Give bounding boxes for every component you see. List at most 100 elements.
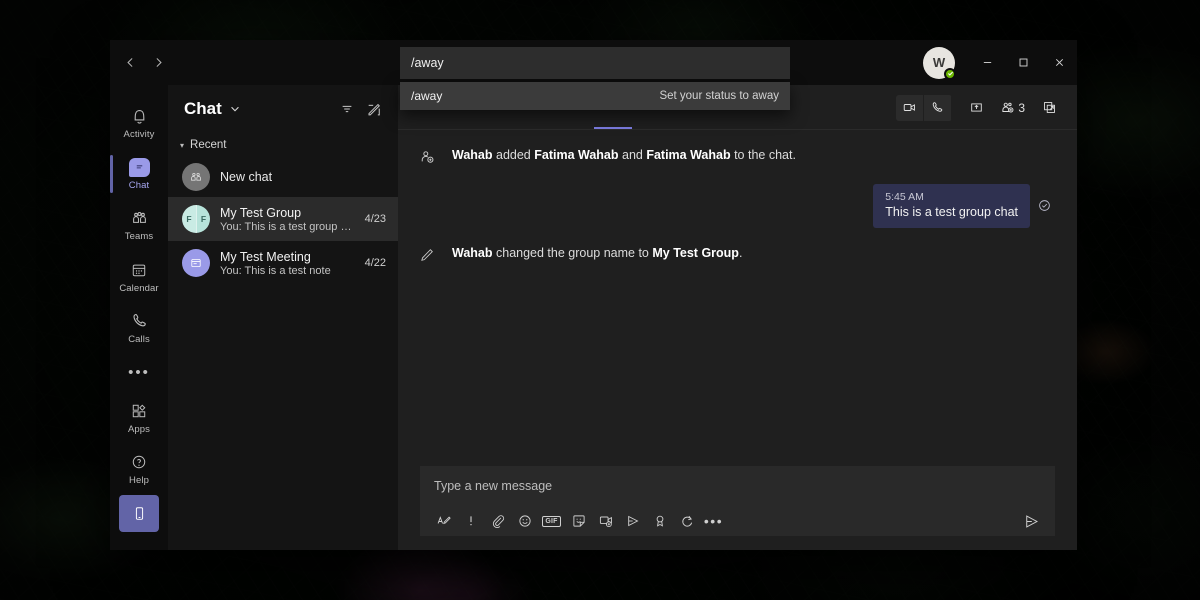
sidebar-item-calls[interactable]: Calls <box>110 302 168 353</box>
chat-item-text: My Test Meeting You: This is a test note <box>220 250 355 277</box>
audio-call-icon[interactable] <box>924 95 952 121</box>
new-chat-label: New chat <box>220 170 272 184</box>
compose-toolbar: GIF <box>420 506 1055 536</box>
system-message-text: Wahab added Fatima Wahab and Fatima Waha… <box>452 148 796 162</box>
chevron-down-icon: ▾ <box>180 141 184 150</box>
message-input[interactable]: Type a new message <box>420 466 1055 506</box>
system-message-group-name: My Test Group <box>652 246 739 260</box>
search-input[interactable] <box>400 47 790 79</box>
filter-icon[interactable] <box>334 96 360 122</box>
chat-item-preview: You: This is a test note <box>220 265 355 277</box>
more-apps-button[interactable]: ••• <box>128 353 150 392</box>
teams-people-icon <box>128 207 150 229</box>
sidebar-item-help[interactable]: Help <box>110 443 168 494</box>
message-outgoing: 5:45 AM This is a test group chat <box>416 184 1055 228</box>
sidebar-item-activity[interactable]: Activity <box>110 97 168 148</box>
sidebar-item-teams[interactable]: Teams <box>110 199 168 250</box>
window-body: Activity Chat <box>110 85 1077 550</box>
new-chat-icon[interactable] <box>360 96 386 122</box>
loop-icon[interactable] <box>673 508 700 534</box>
system-message-member: Fatima Wahab <box>646 148 730 162</box>
share-screen-icon[interactable] <box>962 95 990 121</box>
chat-list-item-my-test-group[interactable]: F F My Test Group You: This is a test gr… <box>168 197 398 241</box>
chat-list-header: Chat <box>168 85 398 133</box>
chevron-down-icon[interactable] <box>229 103 241 115</box>
chat-header-actions: 3 <box>896 95 1063 121</box>
stream-icon[interactable] <box>619 508 646 534</box>
praise-icon[interactable] <box>646 508 673 534</box>
calendar-icon <box>128 259 150 281</box>
chat-item-preview: You: This is a test group chat <box>220 221 355 233</box>
app-rail: Activity Chat <box>110 85 168 550</box>
avatar-initial: F <box>196 205 210 233</box>
message-list: Wahab added Fatima Wahab and Fatima Waha… <box>398 130 1077 466</box>
chat-item-date: 4/23 <box>365 213 386 225</box>
apps-grid-icon <box>128 400 150 422</box>
forward-button[interactable] <box>148 52 168 74</box>
pencil-icon <box>416 246 438 263</box>
message-bubble[interactable]: 5:45 AM This is a test group chat <box>873 184 1030 228</box>
command-suggestion-description: Set your status to away <box>659 90 779 102</box>
attach-icon[interactable] <box>484 508 511 534</box>
avatar[interactable]: W <box>923 47 955 79</box>
system-message-name-changed: Wahab changed the group name to My Test … <box>416 240 1055 269</box>
command-suggestions-dropdown: /away Set your status to away <box>400 82 790 110</box>
maximize-button[interactable] <box>1005 40 1041 85</box>
chat-list-panel: Chat ▾ <box>168 85 398 550</box>
important-icon[interactable] <box>457 508 484 534</box>
command-suggestion-item[interactable]: /away Set your status to away <box>400 82 790 110</box>
sidebar-item-label: Teams <box>125 231 153 242</box>
more-options-icon[interactable]: ••• <box>700 508 727 534</box>
people-icon <box>1000 100 1016 116</box>
compose-area: Type a new message <box>398 466 1077 550</box>
video-call-icon[interactable] <box>896 95 924 121</box>
sidebar-item-calendar[interactable]: Calendar <box>110 251 168 302</box>
page-title: Chat <box>184 99 222 119</box>
system-message-actor: Wahab <box>452 148 493 162</box>
people-button[interactable]: 3 <box>1000 100 1025 116</box>
popout-chat-icon[interactable] <box>1035 95 1063 121</box>
sidebar-item-chat[interactable]: Chat <box>110 148 168 199</box>
sticker-icon[interactable] <box>565 508 592 534</box>
meet-now-icon[interactable] <box>592 508 619 534</box>
back-button[interactable] <box>120 52 140 74</box>
compose-box: Type a new message <box>420 466 1055 536</box>
call-buttons-group <box>896 95 952 121</box>
system-message-part: . <box>739 246 742 260</box>
close-button[interactable] <box>1041 40 1077 85</box>
sidebar-item-label: Chat <box>129 180 149 191</box>
new-chat-row[interactable]: New chat <box>168 157 398 197</box>
gif-label: GIF <box>542 516 560 527</box>
recent-section-header[interactable]: ▾ Recent <box>168 133 398 157</box>
minimize-button[interactable] <box>969 40 1005 85</box>
system-message-actor: Wahab <box>452 246 493 260</box>
emoji-icon[interactable] <box>511 508 538 534</box>
meeting-icon <box>182 249 210 277</box>
sidebar-item-label: Apps <box>128 424 150 435</box>
sent-check-icon <box>1038 199 1051 214</box>
presence-available-icon <box>944 68 956 80</box>
chat-item-text: My Test Group You: This is a test group … <box>220 206 355 233</box>
pinned-app-mobile[interactable] <box>119 495 159 532</box>
sidebar-item-label: Calls <box>128 334 150 345</box>
chat-item-name: My Test Meeting <box>220 250 355 264</box>
people-count: 3 <box>1018 101 1025 115</box>
chat-list-item-my-test-meeting[interactable]: My Test Meeting You: This is a test note… <box>168 241 398 285</box>
command-suggestion-command: /away <box>411 89 442 103</box>
format-icon[interactable] <box>430 508 457 534</box>
recent-label: Recent <box>190 139 226 151</box>
phone-icon <box>128 310 150 332</box>
system-message-part: changed the group name to <box>493 246 653 260</box>
chat-item-name: My Test Group <box>220 206 355 220</box>
send-icon[interactable] <box>1018 508 1045 534</box>
message-text: This is a test group chat <box>885 205 1018 219</box>
system-message-part: to the chat. <box>731 148 796 162</box>
gif-icon[interactable]: GIF <box>538 508 565 534</box>
chat-bubble-icon <box>128 156 150 178</box>
avatar-initial: F <box>182 205 196 233</box>
sidebar-item-label: Activity <box>124 129 155 140</box>
system-message-text: Wahab changed the group name to My Test … <box>452 246 742 260</box>
sidebar-item-label: Calendar <box>119 283 158 294</box>
teams-window: W /away Set your status to away <box>110 40 1077 550</box>
sidebar-item-apps[interactable]: Apps <box>110 392 168 443</box>
